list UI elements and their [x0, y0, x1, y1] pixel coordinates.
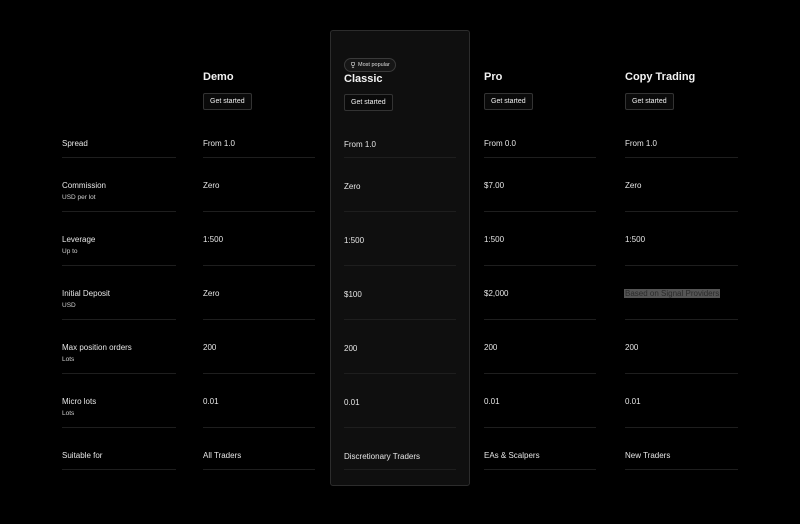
cell-micro-lots-pro: 0.01 — [484, 397, 500, 406]
cell-max-position-orders-copy-trading: 200 — [625, 343, 639, 352]
cell-initial-deposit-classic: $100 — [344, 290, 362, 299]
cell-suitable-for-demo: All Traders — [203, 451, 242, 460]
row-sublabel-leverage: Up to — [62, 248, 78, 255]
cell-commission-classic: Zero — [344, 182, 361, 191]
row-divider — [484, 157, 596, 158]
cell-commission-copy-trading: Zero — [625, 181, 642, 190]
row-divider — [62, 157, 176, 158]
cell-commission-pro: $7.00 — [484, 181, 505, 190]
cell-micro-lots-demo: 0.01 — [203, 397, 219, 406]
cell-max-position-orders-demo: 200 — [203, 343, 217, 352]
cell-commission-demo: Zero — [203, 181, 220, 190]
row-divider — [484, 469, 596, 470]
trophy-icon — [350, 62, 356, 68]
row-divider — [625, 373, 738, 374]
row-divider — [62, 211, 176, 212]
row-divider — [484, 265, 596, 266]
cell-spread-demo: From 1.0 — [203, 139, 236, 148]
row-sublabel-initial-deposit: USD — [62, 302, 76, 309]
row-divider — [484, 373, 596, 374]
cell-max-position-orders-pro: 200 — [484, 343, 498, 352]
row-divider — [484, 427, 596, 428]
cell-leverage-demo: 1:500 — [203, 235, 224, 244]
cell-leverage-pro: 1:500 — [484, 235, 505, 244]
row-sublabel-max-position-orders: Lots — [62, 356, 75, 363]
cell-leverage-copy-trading: 1:500 — [625, 235, 646, 244]
row-divider — [203, 319, 315, 320]
row-divider — [203, 211, 315, 212]
row-label-spread: Spread — [62, 139, 88, 148]
cell-spread-copy-trading: From 1.0 — [625, 139, 658, 148]
row-divider — [62, 469, 176, 470]
cell-initial-deposit-demo: Zero — [203, 289, 220, 298]
row-divider — [203, 427, 315, 428]
row-divider — [625, 319, 738, 320]
row-sublabel-micro-lots: Lots — [62, 410, 75, 417]
cell-leverage-classic: 1:500 — [344, 236, 365, 245]
cell-suitable-for-pro: EAs & Scalpers — [484, 451, 540, 460]
plan-name-pro: Pro — [484, 71, 503, 83]
row-divider — [625, 157, 738, 158]
row-divider — [484, 319, 596, 320]
cell-suitable-for-copy-trading: New Traders — [625, 451, 671, 460]
cell-initial-deposit-copy-trading: Based on Signal Providers — [624, 289, 721, 298]
row-label-leverage: Leverage — [62, 235, 96, 244]
row-divider — [344, 157, 456, 158]
row-divider — [625, 265, 738, 266]
row-divider — [625, 469, 738, 470]
cell-spread-classic: From 1.0 — [344, 140, 377, 149]
pro-get-started-button[interactable]: Get started — [484, 93, 533, 110]
row-divider — [344, 373, 456, 374]
cell-spread-pro: From 0.0 — [484, 139, 517, 148]
row-divider — [62, 373, 176, 374]
row-divider — [625, 427, 738, 428]
cell-suitable-for-classic: Discretionary Traders — [344, 452, 421, 461]
row-divider — [344, 265, 456, 266]
cell-initial-deposit-pro: $2,000 — [484, 289, 509, 298]
row-label-initial-deposit: Initial Deposit — [62, 289, 111, 298]
most-popular-badge: Most popular — [344, 58, 396, 72]
row-divider — [203, 373, 315, 374]
cell-micro-lots-classic: 0.01 — [344, 398, 360, 407]
row-label-max-position-orders: Max position orders — [62, 343, 132, 352]
cell-max-position-orders-classic: 200 — [344, 344, 358, 353]
row-label-micro-lots: Micro lots — [62, 397, 97, 406]
row-divider — [203, 157, 315, 158]
plan-name-copy-trading: Copy Trading — [625, 71, 696, 83]
demo-get-started-button[interactable]: Get started — [203, 93, 252, 110]
plan-name-classic: Classic — [344, 73, 383, 85]
row-divider — [344, 319, 456, 320]
row-divider — [62, 427, 176, 428]
row-sublabel-commission: USD per lot — [62, 194, 96, 201]
row-divider — [62, 265, 176, 266]
classic-get-started-button[interactable]: Get started — [344, 94, 393, 111]
copy-trading-get-started-button[interactable]: Get started — [625, 93, 674, 110]
badge-label: Most popular — [358, 62, 390, 68]
row-divider — [344, 211, 456, 212]
row-label-suitable-for: Suitable for — [62, 451, 103, 460]
row-divider — [203, 265, 315, 266]
row-divider — [203, 469, 315, 470]
row-divider — [62, 319, 176, 320]
row-divider — [484, 211, 596, 212]
plan-name-demo: Demo — [203, 71, 234, 83]
row-divider — [625, 211, 738, 212]
row-divider — [344, 427, 456, 428]
row-divider — [344, 469, 456, 470]
cell-micro-lots-copy-trading: 0.01 — [625, 397, 641, 406]
row-label-commission: Commission — [62, 181, 107, 190]
